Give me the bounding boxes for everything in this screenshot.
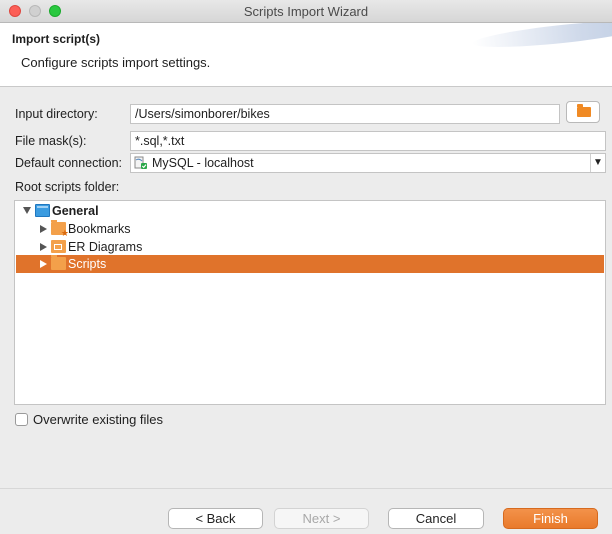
expand-toggle-icon[interactable] — [40, 260, 47, 268]
bookmarks-folder-icon: ★ — [51, 220, 69, 238]
er-diagrams-folder-icon — [51, 240, 66, 253]
page-title: Import script(s) — [12, 32, 101, 46]
back-button[interactable]: < Back — [168, 508, 263, 529]
tree-node-er-diagrams[interactable]: ER Diagrams — [16, 238, 604, 256]
folder-icon — [577, 104, 591, 117]
tree-node-label: ER Diagrams — [68, 240, 143, 254]
cancel-button[interactable]: Cancel — [388, 508, 484, 529]
input-directory-label: Input directory: — [15, 107, 98, 121]
title-bar: Scripts Import Wizard — [0, 0, 612, 23]
input-directory-field[interactable]: /Users/simonborer/bikes — [130, 104, 560, 124]
footer-divider — [0, 488, 612, 489]
overwrite-label[interactable]: Overwrite existing files — [33, 412, 163, 427]
tree-node-label: General — [52, 204, 99, 218]
expand-toggle-icon[interactable] — [23, 207, 31, 214]
finish-button[interactable]: Finish — [503, 508, 598, 529]
dropdown-arrow-icon[interactable]: ▼ — [590, 154, 605, 172]
tree-node-label: Bookmarks — [68, 222, 131, 236]
tree-node-general[interactable]: General — [16, 202, 604, 220]
root-folder-tree[interactable]: General ★ Bookmarks ER Diagrams Scripts — [14, 200, 606, 405]
default-connection-select[interactable]: MySQL - localhost ▼ — [130, 153, 606, 173]
header-decoration — [471, 23, 612, 53]
file-mask-label: File mask(s): — [15, 134, 87, 148]
default-connection-value: MySQL - localhost — [152, 156, 254, 170]
browse-directory-button[interactable] — [566, 101, 600, 123]
tree-node-label: Scripts — [68, 257, 107, 271]
tree-node-bookmarks[interactable]: ★ Bookmarks — [16, 220, 604, 238]
wizard-header: Import script(s) Configure scripts impor… — [0, 23, 612, 87]
default-connection-label: Default connection: — [15, 156, 123, 170]
mysql-connection-icon — [134, 156, 147, 169]
root-folder-label: Root scripts folder: — [15, 180, 120, 194]
overwrite-checkbox[interactable] — [15, 413, 28, 426]
next-button[interactable]: Next > — [274, 508, 369, 529]
general-project-icon — [35, 204, 50, 217]
file-mask-field[interactable]: *.sql,*.txt — [130, 131, 606, 151]
expand-toggle-icon[interactable] — [40, 225, 47, 233]
page-description: Configure scripts import settings. — [21, 55, 211, 70]
window-title: Scripts Import Wizard — [243, 4, 369, 19]
expand-toggle-icon[interactable] — [40, 243, 47, 251]
scripts-folder-icon — [51, 255, 66, 270]
tree-node-scripts[interactable]: Scripts — [16, 255, 604, 273]
